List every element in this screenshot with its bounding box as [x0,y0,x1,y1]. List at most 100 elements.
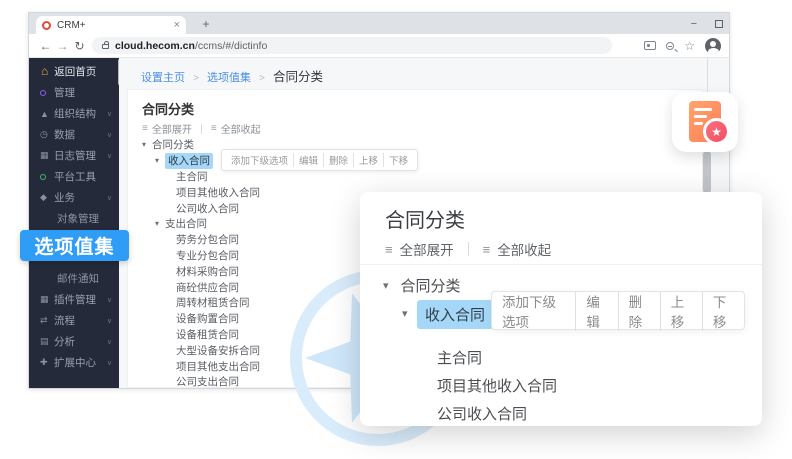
collapse-all-button[interactable]: 全部收起 [497,239,551,259]
edit-button[interactable]: 编辑 [293,153,323,167]
tree-item[interactable]: 公司收入合同 [437,403,527,424]
move-down-button[interactable]: 下移 [702,291,744,331]
breadcrumb-current: 合同分类 [273,70,323,84]
chevron-down-icon: ∨ [107,194,112,202]
chart-icon: ▤ [40,336,54,347]
org-icon: ▲ [40,109,54,119]
window-minimize-button[interactable]: − [691,18,697,30]
add-child-option-button[interactable]: 添加下级选项 [226,153,293,167]
move-up-button[interactable]: 上移 [660,291,702,331]
tree-item[interactable]: ▾ 合同分类 [383,275,461,296]
reload-button[interactable]: ↻ [71,39,88,53]
chevron-down-icon: ∨ [107,152,112,160]
back-button[interactable]: ← [37,39,54,53]
address-bar[interactable]: cloud.hecom.cn/ccms/#/dictinfo [92,37,612,54]
tree-item[interactable]: 主合同 [437,347,482,368]
sidebar-item-business[interactable]: ◆ 业务 ∨ [29,187,119,208]
sidebar-item-home[interactable]: ⌂ 返回首页 [29,60,119,82]
sidebar-item-plugins[interactable]: ▦ 插件管理 ∨ [29,289,119,310]
dict-feature-card: ★ [672,92,738,152]
crm-favicon-icon [42,21,51,30]
star-badge-icon: ★ [703,118,730,145]
delete-button[interactable]: 删除 [323,153,353,167]
add-child-option-button[interactable]: 添加下级选项 [492,291,575,331]
sidebar-item-analysis[interactable]: ▤ 分析 ∨ [29,331,119,352]
expand-all-button[interactable]: 全部展开 [400,239,454,259]
divider [201,124,202,134]
sidebar-item-extension[interactable]: ✚ 扩展中心 ∨ [29,352,119,373]
extension-icon: ✚ [40,357,54,368]
move-up-button[interactable]: 上移 [353,153,383,167]
tab-title: CRM+ [57,20,174,31]
sidebar-item-mail-notify[interactable]: 邮件通知 [29,268,119,289]
move-down-button[interactable]: 下移 [383,153,413,167]
sidebar-item-object-manage[interactable]: 对象管理 [29,208,119,229]
sidebar-item-data[interactable]: ◷ 数据 ∨ [29,124,119,145]
profile-avatar[interactable] [705,38,721,54]
window-maximize-button[interactable] [715,20,723,28]
caret-down-icon[interactable]: ▾ [383,279,389,292]
node-action-bar: 添加下级选项 编辑 删除 上移 下移 [221,149,418,171]
divider [360,264,762,265]
caret-down-icon[interactable]: ▾ [155,219,165,228]
forward-button[interactable]: → [54,39,71,53]
breadcrumb-separator: > [259,73,265,84]
tree-item-selected[interactable]: 收入合同 [417,300,493,329]
url-path: /ccms/#/dictinfo [195,40,267,52]
media-icon[interactable] [644,41,656,50]
breadcrumb-section-link[interactable]: 选项值集 [207,72,251,84]
lock-icon [102,44,109,49]
edit-button[interactable]: 编辑 [575,291,617,331]
tree-item[interactable]: 主合同 [128,169,702,185]
collapse-all-icon: ≡ [211,123,217,134]
delete-button[interactable]: 删除 [618,291,660,331]
chevron-down-icon: ∨ [107,359,112,367]
page-title: 合同分类 [142,99,194,118]
tab-close-icon[interactable]: × [174,20,180,30]
sidebar-item-manage[interactable]: 管理 [29,82,119,103]
tree-item[interactable]: 项目其他收入合同 [437,375,557,396]
clock-icon: ◷ [40,129,54,140]
zoom-search-icon[interactable] [666,42,674,50]
url-text: cloud.hecom.cn/ccms/#/dictinfo [115,40,267,52]
expand-all-icon: ≡ [385,242,393,257]
divider [468,242,469,256]
chevron-down-icon: ∨ [107,338,112,346]
chevron-down-icon: ∨ [107,317,112,325]
new-tab-button[interactable]: + [197,16,215,34]
sidebar: ⌂ 返回首页 管理 ▲ 组织结构 ∨ ◷ 数据 ∨ ▦ 日志管理 ∨ [29,58,119,388]
node-action-bar: 添加下级选项 编辑 删除 上移 下移 [491,291,745,330]
scrollbar-thumb[interactable] [703,151,711,194]
collapse-all-button[interactable]: 全部收起 [221,121,261,136]
browser-tab[interactable]: CRM+ × [36,16,186,34]
grid-icon: ▦ [40,150,54,161]
magnified-panel: 合同分类 ≡ 全部展开 ≡ 全部收起 ▾ 合同分类 ▾ 收入合同 添加下级选项 … [360,192,762,426]
browser-toolbar: ← → ↻ cloud.hecom.cn/ccms/#/dictinfo ☆ [29,34,729,58]
url-domain: cloud.hecom.cn [115,40,195,52]
manage-dot-icon [40,88,54,98]
platform-dot-icon [40,172,54,182]
collapse-all-icon: ≡ [483,242,491,257]
panel-title: 合同分类 [385,204,465,233]
chevron-down-icon: ∨ [107,296,112,304]
tab-strip: CRM+ × + − [29,13,729,34]
caret-down-icon[interactable]: ▾ [402,307,408,320]
sidebar-item-platform-tools[interactable]: 平台工具 [29,166,119,187]
expand-all-icon: ≡ [142,123,148,134]
tree-item-selected[interactable]: ▾ 收入合同 添加下级选项 编辑 删除 上移 下移 [128,153,702,169]
option-set-callout[interactable]: 选项值集 [20,230,129,261]
sidebar-item-flow[interactable]: ⇄ 流程 ∨ [29,310,119,331]
plugin-icon: ▦ [40,294,54,305]
caret-down-icon[interactable]: ▾ [155,156,165,165]
sidebar-item-org[interactable]: ▲ 组织结构 ∨ [29,103,119,124]
caret-down-icon[interactable]: ▾ [142,140,152,149]
breadcrumb-separator: > [193,73,199,84]
sidebar-item-logs[interactable]: ▦ 日志管理 ∨ [29,145,119,166]
document-icon: ★ [689,101,721,142]
chevron-down-icon: ∨ [107,131,112,139]
expand-all-button[interactable]: 全部展开 [152,121,192,136]
breadcrumb-home-link[interactable]: 设置主页 [141,72,185,84]
chevron-down-icon: ∨ [107,110,112,118]
bookmark-star-icon[interactable]: ☆ [684,40,695,52]
home-icon: ⌂ [41,64,48,78]
